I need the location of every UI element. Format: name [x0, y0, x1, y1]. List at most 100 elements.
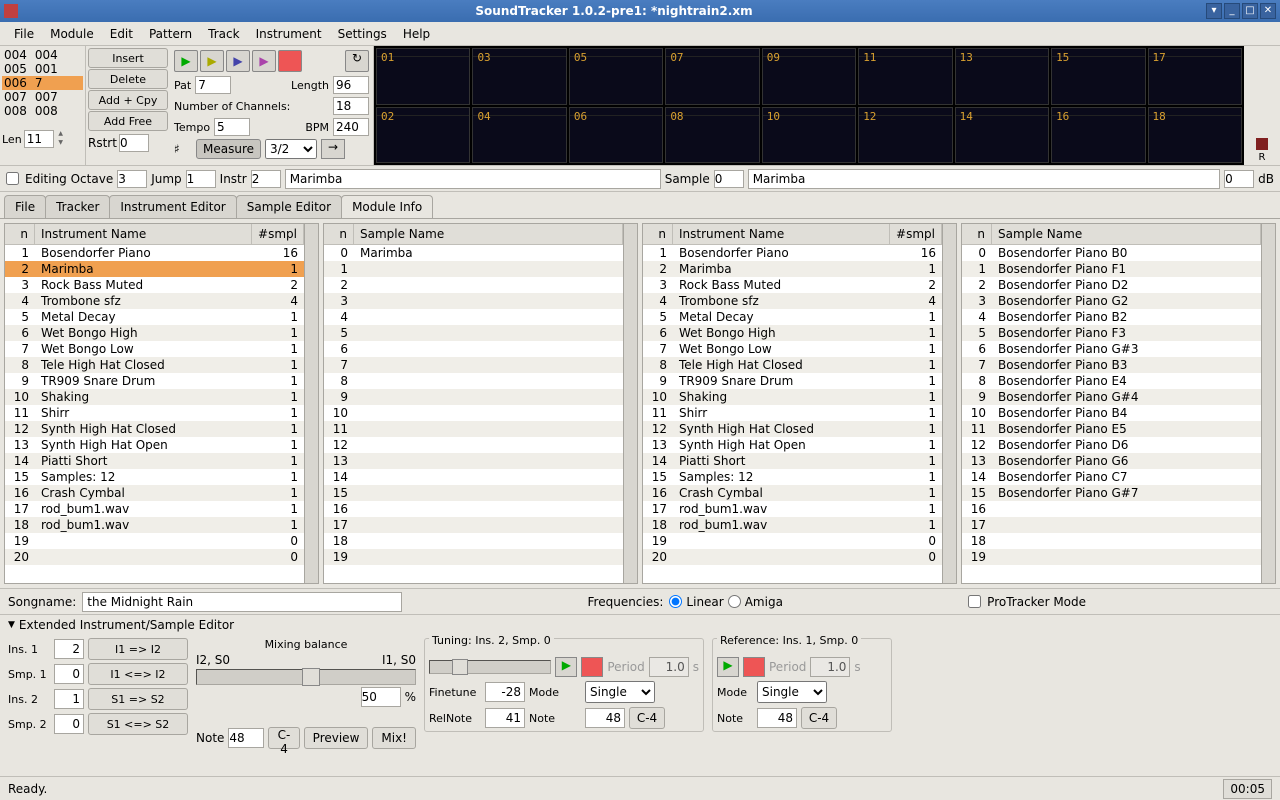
roll-button[interactable]: _ — [1224, 3, 1240, 19]
tab-sample-editor[interactable]: Sample Editor — [236, 195, 342, 218]
table-row[interactable]: 190 — [643, 533, 942, 549]
table-row[interactable]: 17rod_bum1.wav1 — [5, 501, 304, 517]
pattern-cell[interactable]: 08 — [665, 107, 759, 164]
ins1-input[interactable] — [54, 639, 84, 659]
table-row[interactable]: 8Tele High Hat Closed1 — [5, 357, 304, 373]
table-row[interactable]: 10Shaking1 — [643, 389, 942, 405]
pattern-cell[interactable]: 06 — [569, 107, 663, 164]
table-row[interactable]: 5Metal Decay1 — [5, 309, 304, 325]
pattern-cell[interactable]: 02 — [376, 107, 470, 164]
c4-button[interactable]: C-4 — [268, 727, 299, 749]
spinner-icon[interactable]: ▲▼ — [56, 130, 66, 148]
table-row[interactable]: 11Bosendorfer Piano E5 — [962, 421, 1261, 437]
sample-list-right[interactable]: n Sample Name 0Bosendorfer Piano B01Bose… — [961, 223, 1262, 584]
ins2-input[interactable] — [54, 689, 84, 709]
smp2-input[interactable] — [54, 714, 84, 734]
table-row[interactable]: 4Bosendorfer Piano B2 — [962, 309, 1261, 325]
sharp-icon[interactable]: ♯ — [174, 142, 192, 156]
mix-button[interactable]: Mix! — [372, 727, 416, 749]
add-cpy-button[interactable]: Add + Cpy — [88, 90, 168, 110]
ref-note-input[interactable] — [757, 708, 797, 728]
pattern-cell[interactable]: 10 — [762, 107, 856, 164]
pattern-cell[interactable]: 17 — [1148, 48, 1242, 105]
scrollbar[interactable] — [624, 223, 638, 584]
rstrt-input[interactable] — [119, 134, 149, 152]
col-n[interactable]: n — [5, 224, 35, 244]
preview-button[interactable]: Preview — [304, 727, 369, 749]
table-row[interactable]: 18 — [324, 533, 623, 549]
tab-file[interactable]: File — [4, 195, 46, 218]
play-pattern-icon[interactable]: ▶ — [200, 50, 224, 72]
table-row[interactable]: 5Metal Decay1 — [643, 309, 942, 325]
ref-stop-icon[interactable] — [743, 657, 765, 677]
apply-arrow-icon[interactable]: → — [321, 139, 345, 159]
bpm-input[interactable] — [333, 118, 369, 136]
table-row[interactable]: 8 — [324, 373, 623, 389]
stop-icon[interactable] — [278, 50, 302, 72]
table-row[interactable]: 15Samples: 121 — [5, 469, 304, 485]
col-instrument-name[interactable]: Instrument Name — [673, 224, 890, 244]
table-row[interactable]: 14Piatti Short1 — [5, 453, 304, 469]
table-row[interactable]: 13 — [324, 453, 623, 469]
table-row[interactable]: 12Synth High Hat Closed1 — [5, 421, 304, 437]
table-row[interactable]: 200 — [5, 549, 304, 565]
finetune-input[interactable] — [485, 682, 525, 702]
sequence-row[interactable]: 007007 — [2, 90, 83, 104]
menu-edit[interactable]: Edit — [102, 25, 141, 43]
table-row[interactable]: 6Wet Bongo High1 — [5, 325, 304, 341]
pattern-cell[interactable]: 13 — [955, 48, 1049, 105]
table-row[interactable]: 18 — [962, 533, 1261, 549]
pattern-cell[interactable]: 03 — [472, 48, 566, 105]
ref-c4-button[interactable]: C-4 — [801, 707, 837, 729]
instrument-list-left[interactable]: n Instrument Name #smpl 1Bosendorfer Pia… — [4, 223, 305, 584]
table-row[interactable]: 7Wet Bongo Low1 — [643, 341, 942, 357]
s1-swap-s2-button[interactable]: S1 <=> S2 — [88, 713, 188, 735]
table-row[interactable]: 9 — [324, 389, 623, 405]
table-row[interactable]: 10 — [324, 405, 623, 421]
table-row[interactable]: 19 — [962, 549, 1261, 565]
table-row[interactable]: 15Bosendorfer Piano G#7 — [962, 485, 1261, 501]
mode-select[interactable]: Single — [585, 681, 655, 703]
table-row[interactable]: 8Bosendorfer Piano E4 — [962, 373, 1261, 389]
numch-input[interactable] — [333, 97, 369, 115]
table-row[interactable]: 9TR909 Snare Drum1 — [5, 373, 304, 389]
tempo-input[interactable] — [214, 118, 250, 136]
table-row[interactable]: 15Samples: 121 — [643, 469, 942, 485]
tab-tracker[interactable]: Tracker — [45, 195, 110, 218]
table-row[interactable]: 18rod_bum1.wav1 — [643, 517, 942, 533]
table-row[interactable]: 3Rock Bass Muted2 — [643, 277, 942, 293]
minimize-button[interactable]: ▾ — [1206, 3, 1222, 19]
delete-button[interactable]: Delete — [88, 69, 168, 89]
table-row[interactable]: 4Trombone sfz4 — [643, 293, 942, 309]
pattern-cell[interactable]: 04 — [472, 107, 566, 164]
editing-checkbox[interactable] — [6, 172, 19, 185]
pattern-cell[interactable]: 05 — [569, 48, 663, 105]
table-row[interactable]: 13Synth High Hat Open1 — [5, 437, 304, 453]
table-row[interactable]: 1Bosendorfer Piano16 — [643, 245, 942, 261]
ref-mode-select[interactable]: Single — [757, 681, 827, 703]
play-icon[interactable]: ▶ — [174, 50, 198, 72]
menu-module[interactable]: Module — [42, 25, 102, 43]
table-row[interactable]: 13Bosendorfer Piano G6 — [962, 453, 1261, 469]
menu-track[interactable]: Track — [200, 25, 247, 43]
sequence-row[interactable]: 008008 — [2, 104, 83, 118]
s1-to-s2-button[interactable]: S1 => S2 — [88, 688, 188, 710]
table-row[interactable]: 16Crash Cymbal1 — [5, 485, 304, 501]
table-row[interactable]: 7Wet Bongo Low1 — [5, 341, 304, 357]
table-row[interactable]: 3Bosendorfer Piano G2 — [962, 293, 1261, 309]
menu-pattern[interactable]: Pattern — [141, 25, 200, 43]
refresh-icon[interactable]: ↻ — [345, 50, 369, 72]
table-row[interactable]: 14 — [324, 469, 623, 485]
table-row[interactable]: 17 — [962, 517, 1261, 533]
table-row[interactable]: 9TR909 Snare Drum1 — [643, 373, 942, 389]
pattern-cell[interactable]: 16 — [1051, 107, 1145, 164]
balance-pct-input[interactable] — [361, 687, 401, 707]
menu-help[interactable]: Help — [395, 25, 438, 43]
songname-input[interactable] — [82, 592, 402, 612]
pattern-cell[interactable]: 09 — [762, 48, 856, 105]
col-smpl[interactable]: #smpl — [890, 224, 942, 244]
col-sample-name[interactable]: Sample Name — [992, 224, 1261, 244]
instr-num-input[interactable] — [251, 170, 281, 188]
col-n[interactable]: n — [643, 224, 673, 244]
table-row[interactable]: 0Bosendorfer Piano B0 — [962, 245, 1261, 261]
